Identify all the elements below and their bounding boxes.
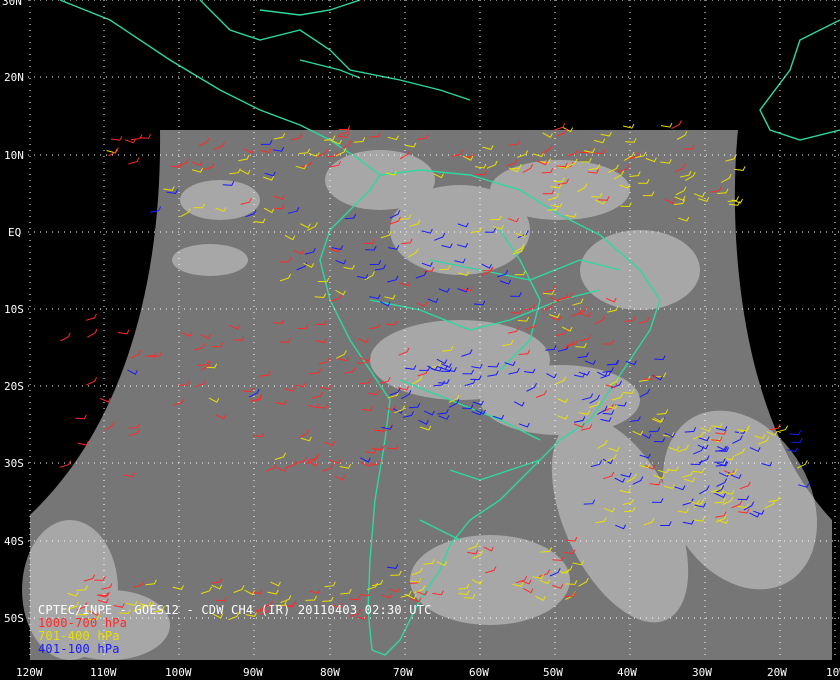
lon-label-110w: 110W: [90, 666, 117, 679]
lon-label-60w: 60W: [469, 666, 489, 679]
lon-label-120w: 120W: [16, 666, 43, 679]
lon-label-80w: 80W: [320, 666, 340, 679]
lat-label-30s: 30S: [4, 457, 24, 470]
lat-label-50s: 50S: [4, 612, 24, 625]
lon-label-40w: 40W: [617, 666, 637, 679]
lon-label-30w: 30W: [692, 666, 712, 679]
lon-label-70w: 70W: [393, 666, 413, 679]
lon-label-90w: 90W: [243, 666, 263, 679]
lon-label-100w: 100W: [165, 666, 192, 679]
lat-label-10s: 10S: [4, 303, 24, 316]
lat-label-30n: 30N: [2, 0, 22, 8]
lat-label-20s: 20S: [4, 380, 24, 393]
lon-label-20w: 20W: [767, 666, 787, 679]
lat-label-eq: EQ: [8, 226, 21, 239]
lon-label-10w: 10W: [826, 666, 840, 679]
lon-label-50w: 50W: [543, 666, 563, 679]
lat-label-10n: 10N: [4, 149, 24, 162]
lat-label-20n: 20N: [4, 71, 24, 84]
lat-label-40s: 40S: [4, 535, 24, 548]
legend-high-level: 401-100 hPa: [38, 642, 120, 656]
satellite-wind-map: 30N 20N 10N EQ 10S 20S 30S 40S 50S 120W …: [0, 0, 840, 680]
